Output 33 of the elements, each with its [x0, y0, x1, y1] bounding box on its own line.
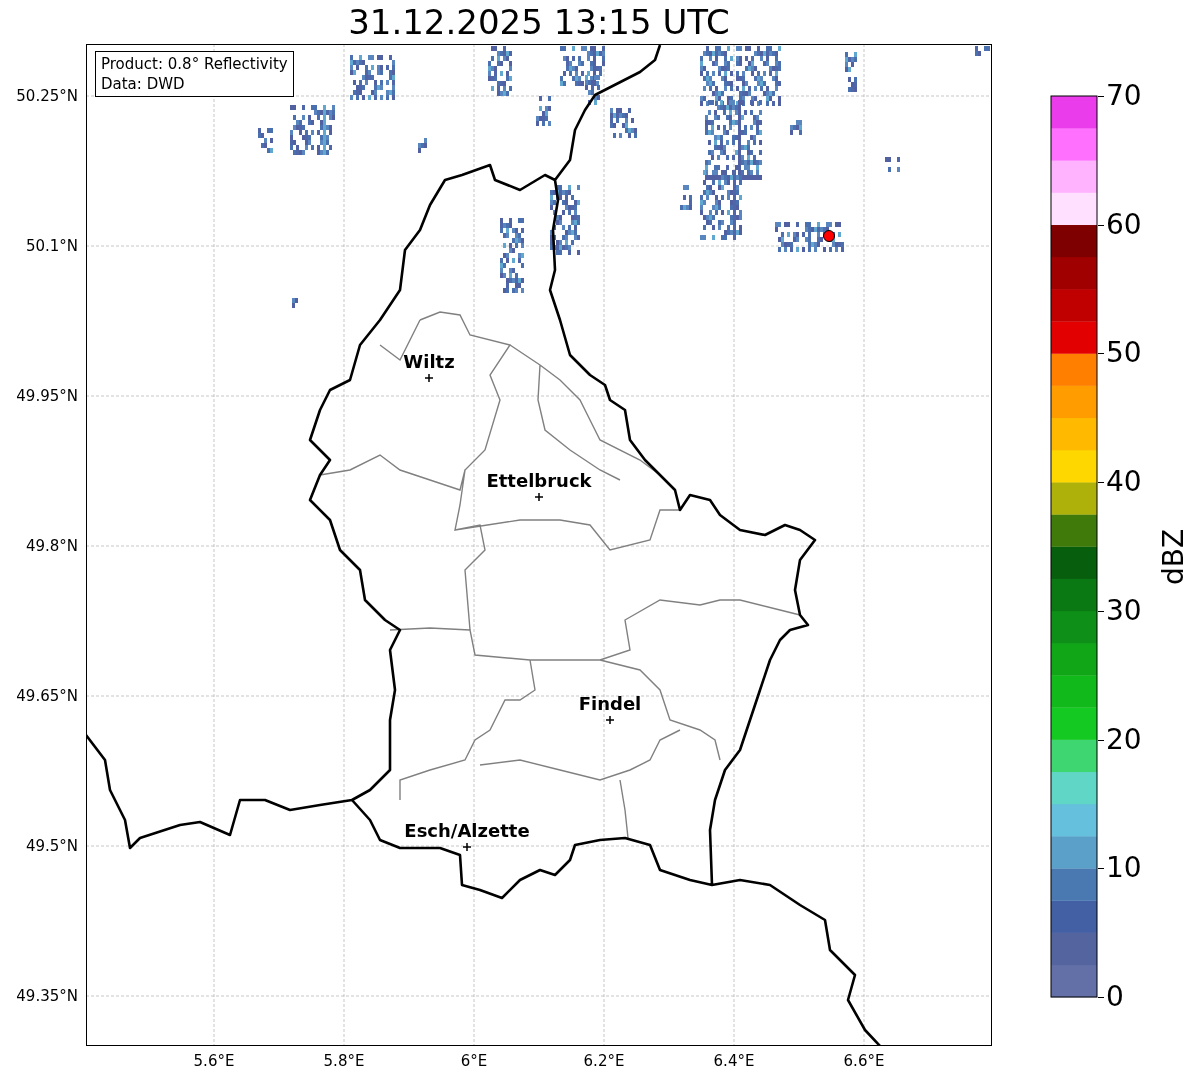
city-marker-icon	[462, 842, 472, 852]
latitude-label: 50.25°N	[16, 87, 78, 105]
colorbar-tick-label: 40	[1106, 466, 1142, 499]
city-label: Findel	[578, 693, 642, 714]
colorbar-tick-label: 50	[1106, 337, 1142, 370]
city-label: Wiltz	[403, 351, 455, 372]
info-text: Data: DWD	[101, 74, 186, 94]
city-marker-icon	[605, 715, 615, 725]
colorbar-tick-label: 70	[1106, 80, 1142, 112]
latitude-label: 49.35°N	[16, 987, 78, 1005]
city-label: Esch/Alzette	[404, 820, 530, 841]
colorbar-tick-label: 30	[1106, 594, 1142, 627]
colorbar-tick-label: 0	[1106, 981, 1124, 1013]
latitude-label: 50.1°N	[25, 237, 78, 255]
city-marker-icon	[534, 492, 544, 502]
info-text: Product: 0.8° Reflectivity	[101, 54, 288, 74]
colorbar-tick-label: 60	[1106, 208, 1142, 241]
longitude-label: 6°E	[460, 1052, 488, 1070]
longitude-label: 5.8°E	[323, 1052, 365, 1070]
colorbar-tick-label: 20	[1106, 723, 1142, 756]
latitude-label: 49.65°N	[16, 687, 78, 705]
longitude-label: 6.4°E	[713, 1052, 755, 1070]
colorbar-tick-label: 10	[1106, 852, 1142, 885]
latitude-label: 49.5°N	[25, 837, 78, 855]
latitude-label: 49.8°N	[25, 537, 78, 555]
chart-title: 31.12.2025 13:15 UTC	[348, 5, 730, 39]
city-label: Ettelbruck	[486, 470, 592, 491]
longitude-label: 5.6°E	[193, 1052, 235, 1070]
city-marker-icon	[424, 373, 434, 383]
longitude-label: 6.6°E	[843, 1052, 885, 1070]
longitude-label: 6.2°E	[583, 1052, 625, 1070]
latitude-label: 49.95°N	[16, 387, 78, 405]
colorbar-label: dBZ	[1158, 528, 1184, 586]
